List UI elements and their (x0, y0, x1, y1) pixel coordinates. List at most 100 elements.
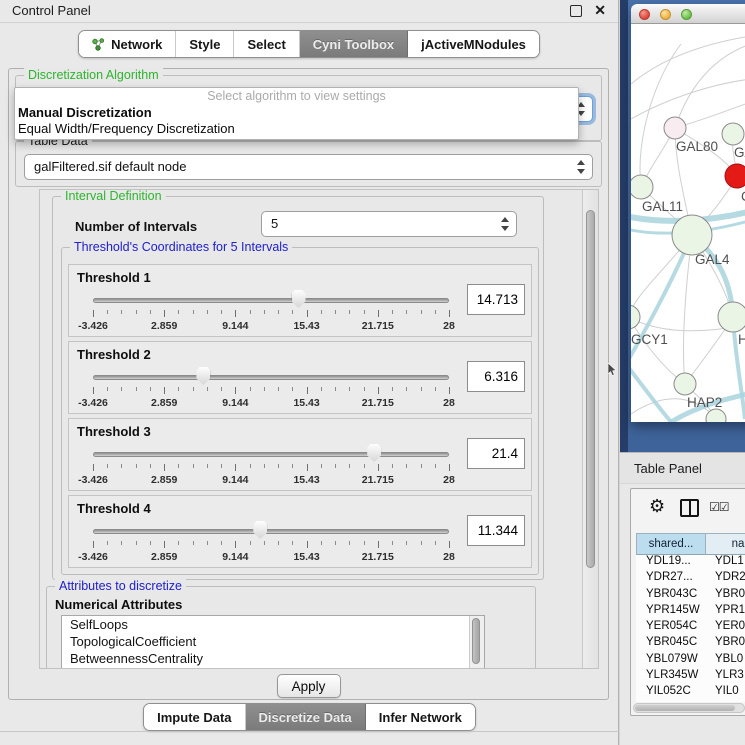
cell-name: YLR3 (704, 669, 745, 685)
tick-mark (107, 310, 108, 314)
threshold-slider[interactable]: -3.4262.8599.14415.4321.71528 (93, 364, 449, 410)
numerical-attributes-list[interactable]: SelfLoopsTopologicalCoefficientBetweenne… (61, 615, 485, 669)
tick-mark (207, 541, 208, 545)
attribute-list-item[interactable]: TopologicalCoefficient (62, 633, 484, 650)
attribute-list-item[interactable]: SelfLoops (62, 616, 484, 633)
tab-select[interactable]: Select (234, 31, 299, 57)
scrollbar-thumb[interactable] (586, 210, 595, 568)
algorithm-option[interactable]: Equal Width/Frequency Discretization (15, 121, 578, 137)
network-window-titlebar[interactable] (631, 4, 745, 24)
tick-mark (193, 464, 194, 468)
network-window[interactable]: GAL80GACGAL11GAL4GCY1HHAP2 (631, 4, 745, 422)
threshold-slider[interactable]: -3.4262.8599.14415.4321.71528 (93, 518, 449, 564)
tick-label: 15.43 (293, 551, 319, 563)
cyni-panel: Discretization Algorithm Table Data galF… (8, 68, 609, 700)
desktop-edge (620, 0, 628, 452)
cell-shared-name: YIL052C (636, 685, 704, 701)
tick-mark (150, 387, 151, 391)
table-row[interactable]: YPR145WYPR1 (636, 604, 745, 620)
threshold-value-field[interactable] (467, 284, 525, 315)
table-header-shared[interactable]: shared... (637, 534, 706, 554)
table-row[interactable]: YER054CYER0 (636, 620, 745, 636)
tick-label: 28 (443, 474, 455, 486)
slider-thumb[interactable] (292, 290, 306, 308)
table-header-row: shared... na (636, 533, 745, 555)
tick-mark (421, 310, 422, 314)
table-row[interactable]: YBR043CYBR0 (636, 588, 745, 604)
slider-thumb[interactable] (196, 367, 210, 385)
slider-track[interactable] (93, 298, 449, 303)
node-label: GAL11 (642, 199, 683, 214)
table-row[interactable]: YIL052CYIL0 (636, 685, 745, 701)
scrollbar-thumb[interactable] (472, 618, 480, 664)
threshold-box: Threshold 4 -3.4262.8599.14415.4321.7152… (68, 495, 532, 568)
slider-track[interactable] (93, 529, 449, 534)
cell-shared-name: YDR27... (636, 571, 704, 587)
tick-mark (193, 541, 194, 545)
threshold-value-field[interactable] (467, 515, 525, 546)
network-node[interactable] (722, 123, 744, 145)
column-split-icon[interactable] (680, 499, 699, 517)
tab-jactivemnodules[interactable]: jActiveMNodules (408, 31, 539, 57)
network-canvas[interactable]: GAL80GACGAL11GAL4GCY1HHAP2 (631, 24, 745, 422)
minimize-traffic-light-icon[interactable] (660, 9, 671, 20)
tick-mark (421, 541, 422, 545)
algorithm-option[interactable]: Manual Discretization (15, 105, 578, 121)
algorithm-options: Manual DiscretizationEqual Width/Frequen… (15, 105, 578, 137)
tick-mark (435, 387, 436, 391)
network-node[interactable] (664, 117, 686, 139)
table-row[interactable]: YDR27...YDR2 (636, 571, 745, 587)
slider-thumb[interactable] (367, 444, 381, 462)
table-row[interactable]: YBR045CYBR0 (636, 636, 745, 652)
tab-style[interactable]: Style (176, 31, 234, 57)
tab-discretize-data[interactable]: Discretize Data (246, 704, 366, 730)
tick-label: 2.859 (151, 397, 177, 409)
attribute-list-item[interactable]: BetweennessCentrality (62, 650, 484, 667)
cell-shared-name: YBR045C (636, 636, 704, 652)
tick-mark (207, 310, 208, 314)
zoom-traffic-light-icon[interactable] (681, 9, 692, 20)
table-row[interactable]: YLR345WYLR3 (636, 669, 745, 685)
tick-mark (250, 310, 251, 314)
tick-label: 28 (443, 397, 455, 409)
tab-infer-network[interactable]: Infer Network (366, 704, 475, 730)
attributes-list-scrollbar[interactable] (469, 616, 484, 669)
close-icon[interactable]: ✕ (594, 2, 606, 19)
threshold-slider[interactable]: -3.4262.8599.14415.4321.71528 (93, 441, 449, 487)
tick-mark (150, 310, 151, 314)
tick-mark (150, 541, 151, 545)
slider-track[interactable] (93, 452, 449, 457)
tab-cyni-toolbox[interactable]: Cyni Toolbox (300, 31, 408, 57)
network-node[interactable] (631, 175, 653, 199)
close-traffic-light-icon[interactable] (639, 9, 650, 20)
table-row[interactable]: YDL19...YDL1 (636, 555, 745, 571)
tick-label: -3.426 (78, 320, 108, 332)
slider-track[interactable] (93, 375, 449, 380)
table-data-combobox[interactable]: galFiltered.sif default node (24, 154, 593, 180)
threshold-value-field[interactable] (467, 438, 525, 469)
tick-mark (392, 310, 393, 314)
network-node[interactable] (674, 373, 696, 395)
scrollbar-thumb[interactable] (635, 705, 735, 711)
settings-vertical-scrollbar[interactable] (582, 190, 598, 668)
table-horizontal-scrollbar[interactable] (633, 703, 745, 713)
network-node[interactable] (718, 302, 745, 332)
apply-button[interactable]: Apply (277, 674, 341, 698)
network-node[interactable] (672, 215, 712, 255)
cell-name: YIL0 (704, 685, 745, 701)
network-node[interactable] (725, 164, 745, 188)
network-node[interactable] (631, 305, 640, 329)
slider-thumb[interactable] (253, 521, 267, 539)
table-header-name[interactable]: na (706, 534, 745, 554)
slider-ticks (93, 387, 449, 396)
gear-icon[interactable]: ⚙ (649, 496, 665, 516)
checkbox-icons[interactable]: ☑☑ (709, 500, 729, 514)
threshold-value-field[interactable] (467, 361, 525, 392)
tab-impute-data[interactable]: Impute Data (144, 704, 245, 730)
number-of-intervals-combobox[interactable]: 5 (261, 211, 517, 237)
tab-network[interactable]: Network (79, 31, 176, 57)
table-row[interactable]: YBL079WYBL0 (636, 653, 745, 669)
float-window-icon[interactable] (570, 5, 582, 17)
interval-definition-group: Interval Definition Number of Intervals … (52, 196, 544, 580)
threshold-slider[interactable]: -3.4262.8599.14415.4321.71528 (93, 287, 449, 333)
